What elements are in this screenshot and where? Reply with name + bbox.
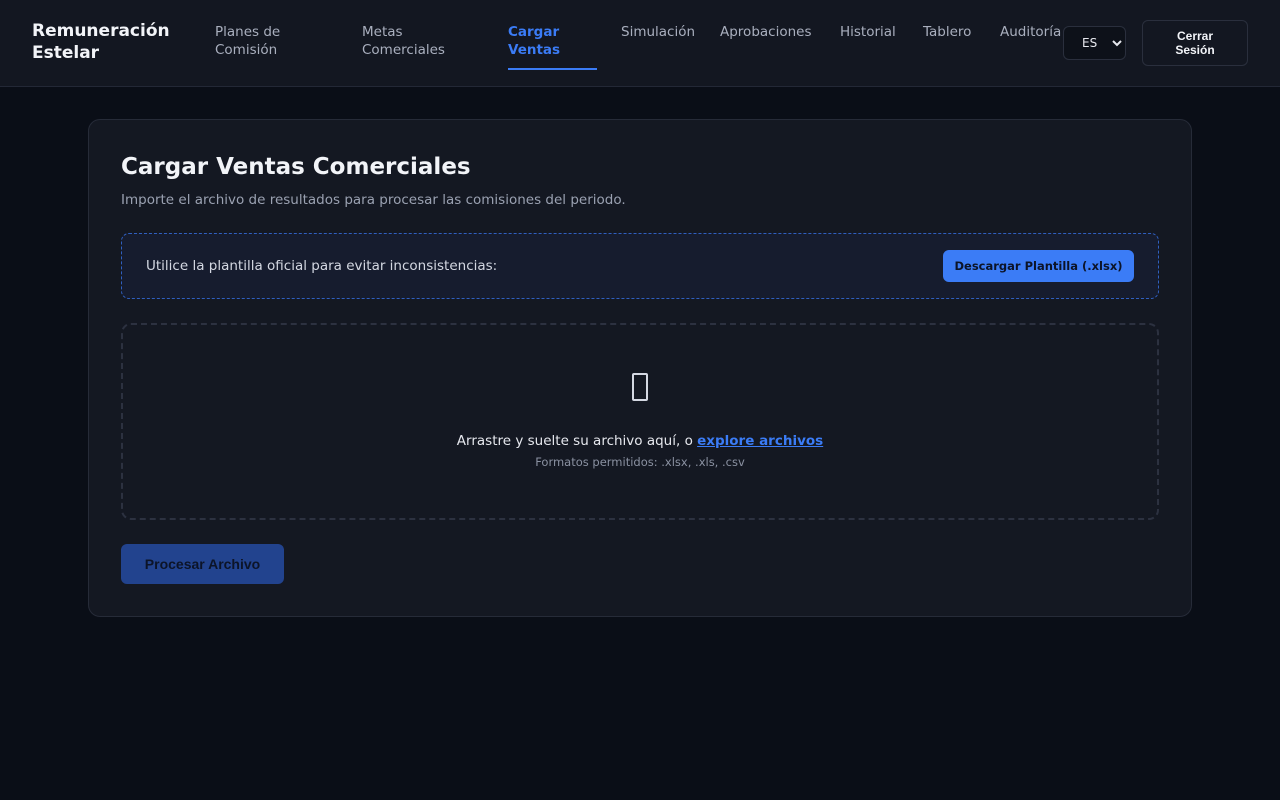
page-subtitle: Importe el archivo de resultados para pr…	[121, 192, 626, 208]
template-notice: Utilice la plantilla oficial para evitar…	[121, 233, 1159, 299]
download-template-button[interactable]: Descargar Plantilla (.xlsx)	[943, 250, 1134, 282]
nav-item-historial[interactable]: Historial	[840, 23, 896, 41]
logout-button[interactable]: Cerrar Sesión	[1142, 20, 1248, 66]
nav-item-cargar-ventas[interactable]: Cargar Ventas	[508, 23, 578, 59]
file-dropzone[interactable]: Arrastre y suelte su archivo aquí, o exp…	[121, 323, 1159, 520]
dropzone-text: Arrastre y suelte su archivo aquí, o	[456, 433, 698, 449]
nav-item-auditoria[interactable]: Auditoría	[1000, 23, 1061, 41]
template-notice-text: Utilice la plantilla oficial para evitar…	[146, 258, 498, 274]
nav-item-simulacion[interactable]: Simulación	[621, 23, 695, 41]
nav-item-planes-de-comision[interactable]: Planes de Comisión	[215, 23, 325, 59]
top-navigation-bar: Remuneración Estelar Planes de Comisión …	[0, 0, 1280, 87]
language-select[interactable]: ES	[1063, 26, 1126, 60]
process-file-button[interactable]: Procesar Archivo	[121, 544, 284, 584]
app-brand[interactable]: Remuneración Estelar	[32, 20, 182, 64]
nav-item-tablero[interactable]: Tablero	[923, 23, 971, 41]
dropzone-instructions: Arrastre y suelte su archivo aquí, o exp…	[123, 433, 1157, 449]
nav-item-aprobaciones[interactable]: Aprobaciones	[720, 23, 812, 41]
upload-sales-card: Cargar Ventas Comerciales Importe el arc…	[88, 119, 1192, 617]
active-tab-indicator	[508, 68, 597, 70]
file-upload-icon	[123, 373, 1157, 405]
allowed-formats-text: Formatos permitidos: .xlsx, .xls, .csv	[535, 455, 745, 469]
page-title: Cargar Ventas Comerciales	[121, 154, 471, 180]
nav-item-metas-comerciales[interactable]: Metas Comerciales	[362, 23, 462, 59]
browse-files-link[interactable]: explore archivos	[697, 433, 823, 449]
